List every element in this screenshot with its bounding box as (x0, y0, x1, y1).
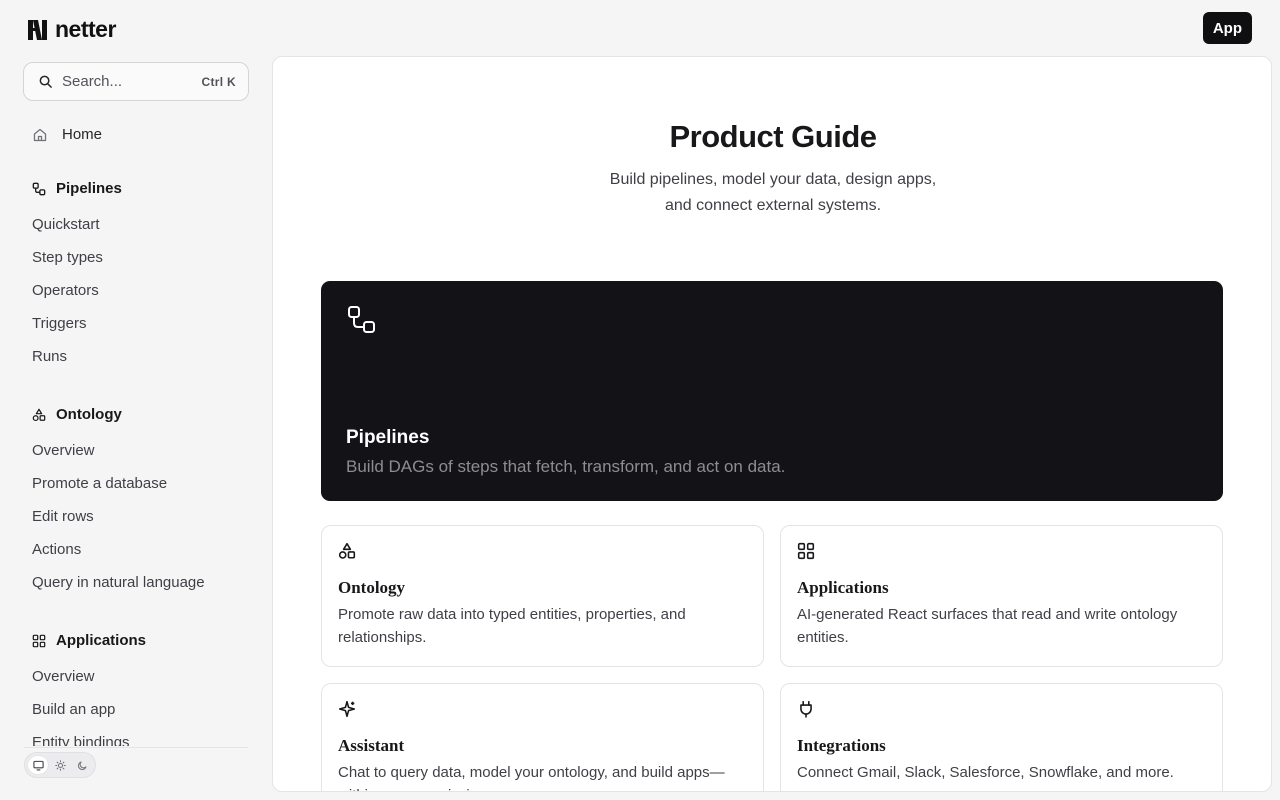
sidebar-item-label: Home (62, 126, 103, 143)
sidebar-section-pipelines[interactable]: Pipelines (32, 180, 122, 197)
sidebar-item-edit-rows[interactable]: Edit rows (32, 508, 94, 525)
sidebar-item-triggers[interactable]: Triggers (32, 315, 86, 332)
hero-description: Build DAGs of steps that fetch, transfor… (346, 457, 786, 476)
sidebar-item-query-natural-language[interactable]: Query in natural language (32, 574, 205, 591)
sidebar-item-quickstart[interactable]: Quickstart (32, 216, 100, 233)
moon-icon (77, 761, 86, 770)
layout-grid-icon (797, 542, 815, 560)
card-title: Integrations (797, 736, 886, 755)
monitor-icon (32, 760, 44, 770)
plug-icon (800, 700, 812, 718)
search-box[interactable]: Ctrl K (23, 62, 249, 101)
sidebar-item-entity-bindings[interactable]: Entity bindings (32, 734, 130, 746)
sidebar-section-label: Pipelines (56, 180, 122, 197)
pipelines-hero-card[interactable]: Pipelines Build DAGs of steps that fetch… (321, 281, 1223, 501)
page-title: Product Guide (669, 119, 877, 154)
sparkles-icon (338, 700, 356, 718)
theme-switcher (24, 752, 96, 778)
page-subtitle: Build pipelines, model your data, design… (609, 171, 937, 214)
pipeline-icon (32, 182, 46, 195)
search-icon (39, 75, 52, 88)
card-description: Chat to query data, model your ontology,… (338, 764, 725, 791)
sidebar-item-step-types[interactable]: Step types (32, 249, 103, 266)
sidebar-item-operators[interactable]: Operators (32, 282, 99, 299)
assistant-card[interactable]: Assistant Chat to query data, model your… (321, 683, 764, 791)
netter-logo-icon (28, 19, 47, 40)
sidebar-section-ontology[interactable]: Ontology (32, 406, 122, 423)
sidebar-item-applications-overview[interactable]: Overview (32, 668, 95, 685)
card-description: Connect Gmail, Slack, Salesforce, Snowfl… (797, 764, 1174, 781)
sidebar: Ctrl K Home Pipelines Quickstart Step ty… (0, 56, 272, 800)
sidebar-item-build-app[interactable]: Build an app (32, 701, 115, 718)
layout-grid-icon (32, 634, 46, 647)
applications-card[interactable]: Applications AI-generated React surfaces… (780, 525, 1223, 667)
search-shortcut: Ctrl K (201, 74, 236, 89)
theme-bar (24, 747, 248, 778)
card-description: AI-generated React surfaces that read an… (797, 606, 1178, 646)
ontology-card[interactable]: Ontology Promote raw data into typed ent… (321, 525, 764, 667)
brand-name: netter (55, 16, 116, 42)
sun-icon (54, 759, 66, 771)
sidebar-section-label: Applications (56, 632, 147, 649)
sidebar-item-home[interactable]: Home (32, 126, 102, 143)
sidebar-item-promote-database[interactable]: Promote a database (32, 475, 167, 492)
sidebar-item-ontology-overview[interactable]: Overview (32, 442, 95, 459)
sidebar-item-actions[interactable]: Actions (32, 541, 81, 558)
card-title: Ontology (338, 578, 406, 597)
theme-light-button[interactable] (50, 756, 70, 774)
card-title: Applications (797, 578, 889, 597)
sidebar-nav: Home Pipelines Quickstart Step types Ope… (0, 116, 248, 746)
search-input[interactable] (62, 73, 202, 90)
sidebar-section-applications[interactable]: Applications (32, 632, 146, 649)
theme-dark-button[interactable] (72, 756, 92, 774)
sidebar-section-label: Ontology (56, 406, 122, 423)
pipeline-icon (348, 306, 375, 333)
shapes-icon (338, 542, 356, 559)
integrations-card[interactable]: Integrations Connect Gmail, Slack, Sales… (780, 683, 1223, 791)
theme-system-button[interactable] (28, 756, 48, 774)
card-description: Promote raw data into typed entities, pr… (338, 606, 686, 646)
hero-title: Pipelines (346, 427, 430, 448)
app-button[interactable]: App (1202, 12, 1252, 44)
home-icon (33, 128, 47, 141)
card-title: Assistant (338, 736, 405, 755)
logo[interactable]: netter (28, 16, 116, 43)
main-content: Product Guide Build pipelines, model you… (272, 56, 1272, 792)
shapes-icon (32, 408, 46, 421)
sidebar-item-runs[interactable]: Runs (32, 348, 67, 365)
top-bar: netter App (0, 0, 1280, 56)
